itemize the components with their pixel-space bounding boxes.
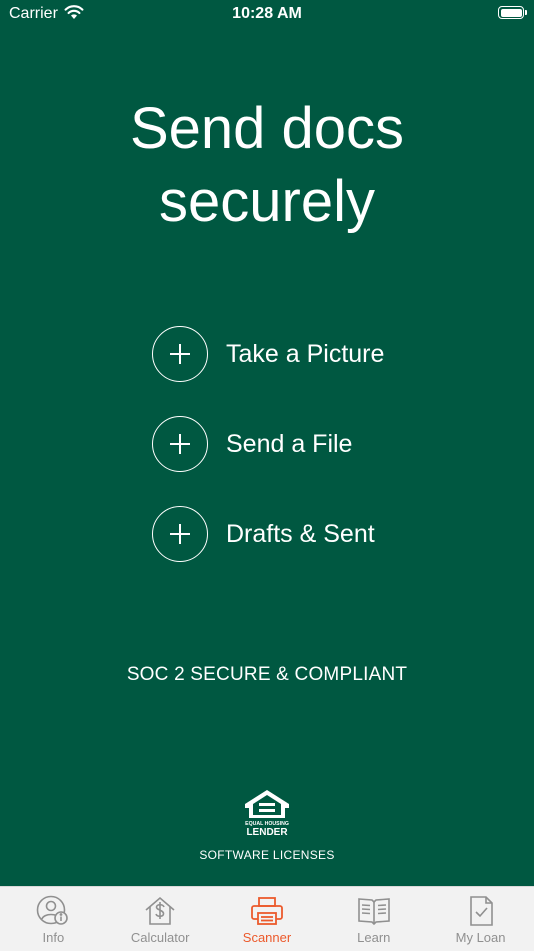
send-file-button[interactable]: Send a File: [152, 414, 384, 474]
title-line-1: Send docs: [129, 96, 405, 161]
take-picture-label: Take a Picture: [226, 339, 385, 368]
house-dollar-icon: [145, 896, 175, 925]
drafts-sent-button[interactable]: Drafts & Sent: [152, 504, 384, 564]
tab-info[interactable]: Info: [0, 887, 107, 951]
take-picture-button[interactable]: Take a Picture: [152, 324, 384, 384]
printer-icon: [251, 897, 283, 925]
software-licenses-link[interactable]: SOFTWARE LICENSES: [0, 848, 534, 862]
document-check-icon: [469, 896, 493, 926]
tab-learn[interactable]: Learn: [320, 887, 427, 951]
tab-my-loan[interactable]: My Loan: [427, 887, 534, 951]
equal-housing-lender-logo: EQUAL HOUSING LENDER: [245, 790, 289, 838]
tab-scanner[interactable]: Scanner: [214, 887, 321, 951]
plus-circle-icon: [152, 416, 208, 472]
status-bar: Carrier 10:28 AM: [0, 0, 534, 28]
compliance-text: SOC 2 SECURE & COMPLIANT: [126, 664, 408, 685]
tab-info-label: Info: [42, 930, 65, 945]
tab-learn-label: Learn: [357, 930, 391, 945]
status-time: 10:28 AM: [232, 5, 302, 22]
plus-circle-icon: [152, 326, 208, 382]
action-list: Take a Picture Send a File Drafts & Sent: [152, 324, 384, 594]
tab-my-loan-label: My Loan: [455, 930, 506, 945]
page-title: Send docs securely: [0, 92, 534, 238]
book-icon: [357, 898, 390, 926]
send-file-label: Send a File: [226, 429, 353, 458]
drafts-sent-label: Drafts & Sent: [226, 519, 375, 548]
logo-bottom-text: LENDER: [246, 827, 288, 838]
tab-scanner-label: Scanner: [242, 930, 292, 945]
tab-calculator-label: Calculator: [130, 930, 190, 945]
person-info-icon: [37, 895, 69, 925]
title-line-2: securely: [159, 169, 375, 234]
plus-circle-icon: [152, 506, 208, 562]
tab-bar: Info Calculator Scanner Learn My Loan: [0, 886, 534, 951]
tab-calculator[interactable]: Calculator: [107, 887, 214, 951]
battery-icon: [498, 6, 527, 19]
